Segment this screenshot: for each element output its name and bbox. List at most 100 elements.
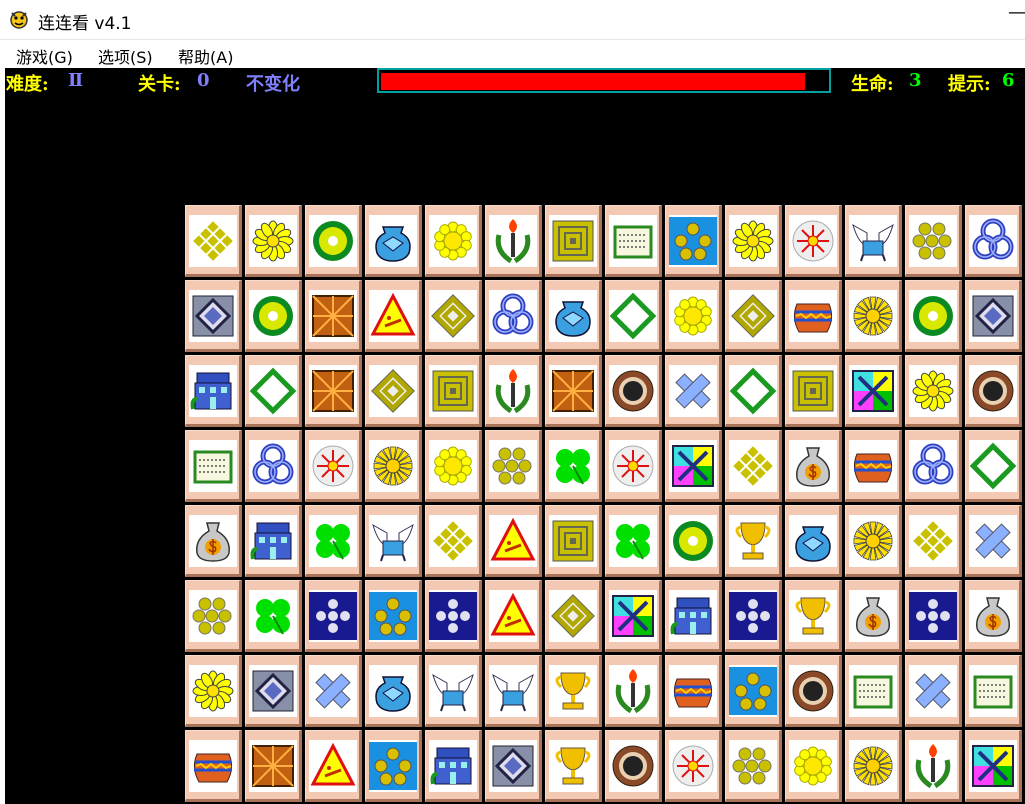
tile[interactable] bbox=[905, 280, 962, 352]
tile[interactable] bbox=[785, 280, 842, 352]
tile[interactable] bbox=[185, 655, 242, 727]
tile[interactable] bbox=[305, 205, 362, 277]
tile[interactable] bbox=[485, 430, 542, 502]
tile[interactable] bbox=[965, 655, 1022, 727]
tile[interactable] bbox=[785, 730, 842, 802]
tile[interactable] bbox=[365, 505, 422, 577]
tile[interactable] bbox=[725, 205, 782, 277]
tile[interactable] bbox=[365, 730, 422, 802]
tile[interactable] bbox=[185, 280, 242, 352]
tile[interactable] bbox=[905, 205, 962, 277]
tile[interactable] bbox=[965, 280, 1022, 352]
tile[interactable] bbox=[905, 430, 962, 502]
tile[interactable] bbox=[185, 430, 242, 502]
tile[interactable] bbox=[665, 655, 722, 727]
tile[interactable] bbox=[545, 355, 602, 427]
tile[interactable] bbox=[185, 730, 242, 802]
tile[interactable] bbox=[605, 505, 662, 577]
tile[interactable] bbox=[845, 280, 902, 352]
tile[interactable] bbox=[305, 280, 362, 352]
tile[interactable] bbox=[185, 580, 242, 652]
tile[interactable] bbox=[425, 205, 482, 277]
tile[interactable] bbox=[185, 205, 242, 277]
tile[interactable] bbox=[665, 730, 722, 802]
tile[interactable] bbox=[785, 355, 842, 427]
tile[interactable] bbox=[845, 355, 902, 427]
tile[interactable] bbox=[665, 505, 722, 577]
tile[interactable] bbox=[725, 280, 782, 352]
tile[interactable] bbox=[305, 730, 362, 802]
tile[interactable] bbox=[485, 580, 542, 652]
tile[interactable] bbox=[545, 655, 602, 727]
tile[interactable] bbox=[905, 580, 962, 652]
tile[interactable] bbox=[785, 205, 842, 277]
tile[interactable] bbox=[305, 430, 362, 502]
tile[interactable] bbox=[485, 505, 542, 577]
tile[interactable] bbox=[545, 730, 602, 802]
tile[interactable] bbox=[425, 655, 482, 727]
tile[interactable] bbox=[545, 505, 602, 577]
tile[interactable] bbox=[725, 580, 782, 652]
tile[interactable] bbox=[305, 580, 362, 652]
menu-options[interactable]: 选项(S) bbox=[98, 44, 153, 68]
tile[interactable] bbox=[845, 655, 902, 727]
tile[interactable] bbox=[965, 205, 1022, 277]
tile[interactable] bbox=[665, 280, 722, 352]
tile[interactable] bbox=[245, 580, 302, 652]
tile[interactable] bbox=[485, 730, 542, 802]
tile[interactable] bbox=[845, 505, 902, 577]
tile[interactable] bbox=[605, 430, 662, 502]
tile[interactable] bbox=[245, 205, 302, 277]
tile[interactable] bbox=[605, 655, 662, 727]
tile[interactable] bbox=[545, 205, 602, 277]
tile[interactable] bbox=[605, 205, 662, 277]
tile[interactable] bbox=[305, 505, 362, 577]
tile[interactable] bbox=[425, 280, 482, 352]
tile[interactable] bbox=[905, 655, 962, 727]
tile[interactable] bbox=[905, 730, 962, 802]
tile[interactable] bbox=[725, 505, 782, 577]
menu-game[interactable]: 游戏(G) bbox=[16, 44, 73, 68]
minimize-button[interactable]: — bbox=[1008, 2, 1025, 23]
tile[interactable] bbox=[785, 580, 842, 652]
tile[interactable] bbox=[425, 355, 482, 427]
tile[interactable] bbox=[185, 355, 242, 427]
tile[interactable] bbox=[365, 355, 422, 427]
tile[interactable] bbox=[245, 730, 302, 802]
tile[interactable] bbox=[785, 430, 842, 502]
tile[interactable] bbox=[665, 355, 722, 427]
tile[interactable] bbox=[725, 730, 782, 802]
tile[interactable] bbox=[425, 505, 482, 577]
tile[interactable] bbox=[365, 280, 422, 352]
menu-help[interactable]: 帮助(A) bbox=[178, 44, 233, 68]
tile[interactable] bbox=[245, 280, 302, 352]
tile[interactable] bbox=[725, 655, 782, 727]
tile[interactable] bbox=[965, 730, 1022, 802]
tile[interactable] bbox=[665, 430, 722, 502]
tile[interactable] bbox=[785, 505, 842, 577]
tile[interactable] bbox=[365, 205, 422, 277]
tile[interactable] bbox=[605, 280, 662, 352]
tile[interactable] bbox=[245, 655, 302, 727]
tile[interactable] bbox=[965, 505, 1022, 577]
tile[interactable] bbox=[185, 505, 242, 577]
tile[interactable] bbox=[305, 355, 362, 427]
tile[interactable] bbox=[605, 730, 662, 802]
tile[interactable] bbox=[245, 430, 302, 502]
tile[interactable] bbox=[725, 355, 782, 427]
tile[interactable] bbox=[425, 430, 482, 502]
tile[interactable] bbox=[365, 580, 422, 652]
tile[interactable] bbox=[425, 730, 482, 802]
tile[interactable] bbox=[245, 355, 302, 427]
tile[interactable] bbox=[365, 430, 422, 502]
tile[interactable] bbox=[965, 580, 1022, 652]
tile[interactable] bbox=[485, 205, 542, 277]
tile[interactable] bbox=[545, 430, 602, 502]
tile[interactable] bbox=[905, 355, 962, 427]
tile[interactable] bbox=[665, 205, 722, 277]
tile[interactable] bbox=[485, 355, 542, 427]
tile[interactable] bbox=[965, 430, 1022, 502]
tile[interactable] bbox=[665, 580, 722, 652]
tile[interactable] bbox=[605, 355, 662, 427]
tile[interactable] bbox=[905, 505, 962, 577]
